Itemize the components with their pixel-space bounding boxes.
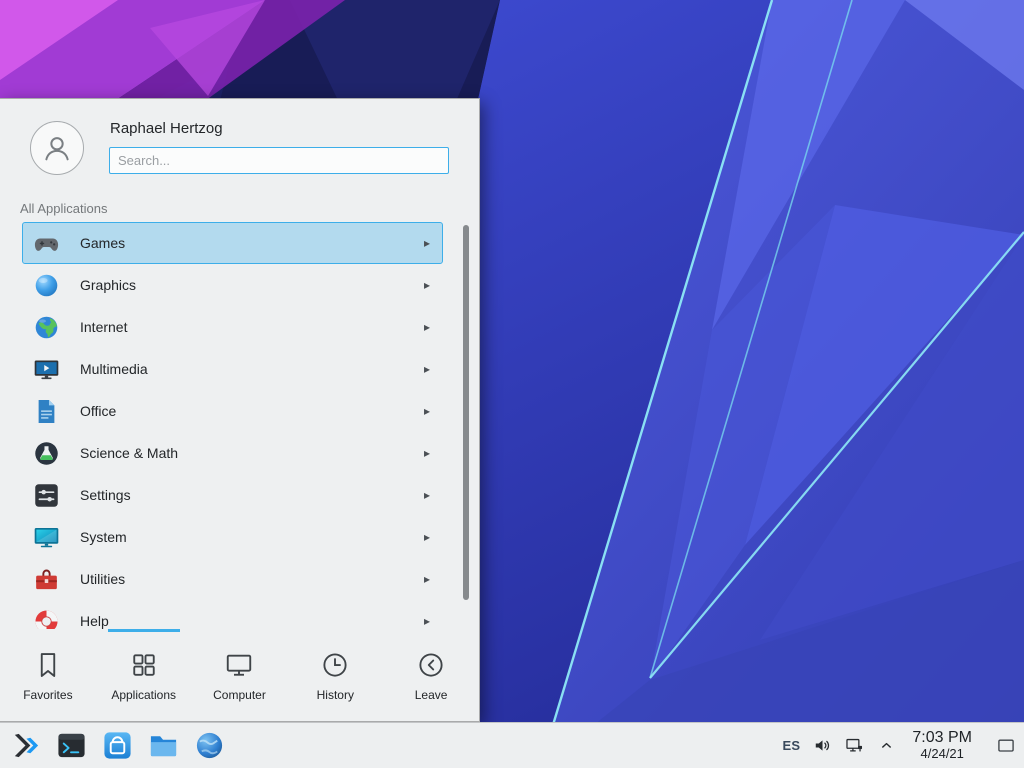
category-label: Help: [80, 613, 424, 629]
submenu-arrow-icon: ▸: [424, 446, 432, 460]
search-input[interactable]: [109, 147, 449, 174]
category-label: Office: [80, 403, 424, 419]
application-launcher: Raphael Hertzog All Applications Games ▸: [0, 98, 480, 722]
clock-icon: [320, 650, 350, 680]
tab-history[interactable]: History: [287, 629, 383, 721]
clock-time: 7:03 PM: [912, 729, 972, 747]
tab-label: Favorites: [23, 688, 72, 702]
sliders-icon: [33, 482, 60, 509]
tab-label: Applications: [111, 688, 176, 702]
category-row-internet[interactable]: Internet ▸: [22, 306, 443, 348]
tab-computer[interactable]: Computer: [192, 629, 288, 721]
digital-clock[interactable]: 7:03 PM 4/24/21: [912, 729, 972, 762]
flask-icon: [33, 440, 60, 467]
category-label: Utilities: [80, 571, 424, 587]
tab-favorites[interactable]: Favorites: [0, 629, 96, 721]
volume-icon[interactable]: [812, 736, 832, 756]
grid-icon: [129, 650, 159, 680]
show-desktop-icon: [996, 736, 1016, 756]
tab-label: History: [317, 688, 354, 702]
category-row-games[interactable]: Games ▸: [22, 222, 443, 264]
teal-monitor-icon: [33, 524, 60, 551]
globe-icon: [33, 314, 60, 341]
submenu-arrow-icon: ▸: [424, 404, 432, 418]
user-avatar[interactable]: [30, 121, 84, 175]
lifebuoy-icon: [33, 608, 60, 632]
category-row-multimedia[interactable]: Multimedia ▸: [22, 348, 443, 390]
list-scrollbar[interactable]: [463, 225, 469, 600]
category-label: System: [80, 529, 424, 545]
submenu-arrow-icon: ▸: [424, 530, 432, 544]
category-row-system[interactable]: System ▸: [22, 516, 443, 558]
desktop: Raphael Hertzog All Applications Games ▸: [0, 0, 1024, 768]
toolbox-icon: [33, 566, 60, 593]
category-row-graphics[interactable]: Graphics ▸: [22, 264, 443, 306]
category-row-help[interactable]: Help ▸: [22, 600, 443, 631]
tab-label: Leave: [415, 688, 448, 702]
monitor-play-icon: [33, 356, 60, 383]
browser-globe-icon: [194, 730, 225, 761]
category-label: Internet: [80, 319, 424, 335]
submenu-arrow-icon: ▸: [424, 614, 432, 628]
category-label: Multimedia: [80, 361, 424, 377]
document-icon: [33, 398, 60, 425]
keyboard-layout-indicator[interactable]: ES: [782, 738, 800, 753]
network-icon[interactable]: [844, 736, 864, 756]
leave-circle-icon: [416, 650, 446, 680]
user-name: Raphael Hertzog: [110, 120, 223, 137]
tray-expander-icon[interactable]: [876, 736, 896, 756]
system-tray: ES 7:03 PM: [782, 725, 1020, 767]
terminal-app-button[interactable]: [52, 726, 90, 766]
folder-icon: [148, 730, 179, 761]
tab-applications[interactable]: Applications: [96, 629, 192, 721]
bookmark-icon: [33, 650, 63, 680]
category-label: Settings: [80, 487, 424, 503]
gamepad-icon: [33, 230, 60, 257]
submenu-arrow-icon: ▸: [424, 236, 432, 250]
launcher-tab-bar: Favorites Applications: [0, 629, 479, 721]
category-label: Graphics: [80, 277, 424, 293]
software-center-icon: [102, 730, 133, 761]
terminal-icon: [56, 730, 87, 761]
submenu-arrow-icon: ▸: [424, 488, 432, 502]
category-row-science-math[interactable]: Science & Math ▸: [22, 432, 443, 474]
category-row-office[interactable]: Office ▸: [22, 390, 443, 432]
show-desktop-button[interactable]: [992, 725, 1020, 767]
monitor-icon: [224, 650, 254, 680]
category-row-settings[interactable]: Settings ▸: [22, 474, 443, 516]
blue-sphere-icon: [33, 272, 60, 299]
person-icon: [40, 131, 74, 165]
submenu-arrow-icon: ▸: [424, 320, 432, 334]
submenu-arrow-icon: ▸: [424, 362, 432, 376]
submenu-arrow-icon: ▸: [424, 278, 432, 292]
app-launcher-button[interactable]: [6, 726, 44, 766]
category-label: Science & Math: [80, 445, 424, 461]
launcher-logo-icon: [10, 730, 41, 761]
submenu-arrow-icon: ▸: [424, 572, 432, 586]
web-browser-button[interactable]: [190, 726, 228, 766]
clock-date: 4/24/21: [912, 747, 972, 762]
section-label: All Applications: [20, 201, 107, 216]
taskbar: ES 7:03 PM: [0, 722, 1024, 768]
category-label: Games: [80, 235, 424, 251]
tab-leave[interactable]: Leave: [383, 629, 479, 721]
tab-label: Computer: [213, 688, 266, 702]
file-manager-button[interactable]: [144, 726, 182, 766]
software-center-button[interactable]: [98, 726, 136, 766]
category-row-utilities[interactable]: Utilities ▸: [22, 558, 443, 600]
category-list: Games ▸ Graphics ▸: [22, 222, 443, 631]
